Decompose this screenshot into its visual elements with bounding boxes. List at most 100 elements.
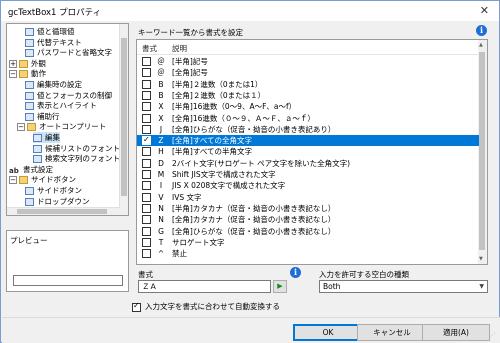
format-info-icon[interactable]: i — [290, 267, 301, 278]
format-apply-button[interactable]: ▶ — [273, 280, 287, 293]
column-header-description[interactable]: 説明 — [172, 43, 187, 54]
keyword-checkbox[interactable] — [142, 215, 151, 225]
preview-textbox[interactable] — [13, 275, 123, 286]
collapse-icon[interactable]: − — [17, 123, 25, 132]
keyword-row[interactable]: X [全角]16進数（０～９、Ａ～Ｆ、ａ～ｆ） — [137, 113, 479, 124]
tree-item-label: 候補リストのフォント — [45, 143, 120, 153]
tree-item[interactable]: ドロップダウン — [25, 196, 90, 207]
keyword-checkbox[interactable] — [142, 226, 151, 236]
tree-item[interactable]: − サイドボタン — [9, 174, 76, 185]
list-scroll-thumb[interactable] — [479, 52, 485, 250]
tree-item-label: 値と循環値 — [37, 27, 75, 36]
tree-item[interactable]: 補助行 — [25, 111, 60, 122]
keyword-row[interactable]: M Shift JIS文字で構成された文字 — [137, 169, 479, 180]
keyword-checkbox[interactable] — [142, 90, 151, 100]
keyword-checkbox[interactable] — [142, 57, 151, 66]
keyword-checkbox[interactable] — [142, 147, 151, 157]
format-input[interactable]: ＺＡ — [138, 280, 271, 293]
keyword-checkbox[interactable] — [142, 134, 151, 146]
keyword-description: Shift JIS文字で構成された文字 — [172, 170, 276, 179]
keyword-row[interactable]: Z [全角]すべての全角文字 — [137, 134, 479, 147]
keyword-checkbox[interactable] — [142, 181, 151, 191]
tree-scroll-thumb[interactable] — [121, 38, 127, 196]
tree-item[interactable]: ab 書式設定 — [9, 164, 53, 175]
keyword-checkbox[interactable] — [142, 113, 151, 123]
column-header-format[interactable]: 書式 — [142, 43, 157, 54]
list-vertical-scrollbar[interactable]: ▲ ▼ — [478, 40, 487, 264]
tree-horizontal-scrollbar[interactable] — [7, 207, 120, 215]
keyword-row[interactable]: V IVS 文字 — [137, 192, 479, 203]
tree-item-label: 動作 — [31, 69, 46, 79]
tree-vertical-scrollbar[interactable] — [119, 24, 128, 215]
keyword-checkbox[interactable] — [142, 68, 151, 78]
whitespace-select[interactable]: Both ▼ — [319, 280, 488, 293]
keyword-row[interactable]: T サロゲート文字 — [137, 237, 479, 248]
keyword-row[interactable]: ＠ [全角]記号 — [137, 67, 479, 78]
keyword-checkbox[interactable] — [142, 170, 151, 179]
keyword-checkbox[interactable] — [142, 203, 151, 213]
window-title: gcTextBox1 プロパティ — [8, 8, 102, 18]
tree-item[interactable]: 代替テキスト — [25, 37, 82, 48]
keyword-description: [半角]カタカナ（促音・拗音の小書き表記なし） — [172, 203, 336, 213]
tree-item[interactable]: − オートコンプリート — [17, 121, 106, 132]
expand-icon[interactable]: + — [9, 59, 17, 68]
ok-button[interactable]: OK — [293, 324, 363, 341]
keyword-checkbox[interactable] — [142, 79, 151, 89]
cancel-button[interactable]: キャンセル — [357, 324, 427, 341]
keyword-row[interactable]: ＠ [半角]記号 — [137, 56, 479, 67]
keyword-row[interactable]: N [半角]カタカナ（促音・拗音の小書き表記なし） — [137, 203, 479, 214]
property-icon — [25, 197, 34, 206]
resize-grip-icon[interactable]: ⋰ — [489, 332, 497, 340]
keyword-row[interactable]: ^ 禁止 — [137, 248, 479, 259]
keyword-checkbox[interactable] — [142, 237, 151, 247]
keyword-checkbox[interactable] — [142, 102, 151, 112]
tree-item-label: 検索文字列のフォント — [45, 154, 120, 164]
tree-item[interactable]: 値と循環値 — [25, 26, 75, 37]
keyword-description: [全角]ひらがな（促音・拗音の小書き表記なし） — [172, 226, 336, 236]
tree-item[interactable]: パスワードと省略文字 — [25, 47, 112, 58]
keyword-row[interactable]: B [半角]２進数（0または1） — [137, 79, 479, 90]
info-icon[interactable]: i — [476, 25, 487, 36]
keyword-row[interactable]: B [全角]２進数（0または１） — [137, 90, 479, 101]
keyword-checkbox[interactable] — [142, 158, 151, 168]
tree-item[interactable]: 値とフォーカスの制御 — [25, 90, 112, 101]
auto-convert-checkbox[interactable] — [132, 301, 141, 312]
tree-item[interactable]: − 動作 — [9, 68, 46, 79]
collapse-icon[interactable]: − — [9, 176, 17, 185]
property-icon — [25, 81, 34, 89]
keyword-row[interactable]: J [全角]ひらがな（促音・拗音の小書き表記あり） — [137, 124, 479, 135]
keyword-checkbox[interactable] — [142, 192, 151, 202]
keyword-row[interactable]: H [半角]すべての半角文字 — [137, 146, 479, 157]
auto-convert-label[interactable]: 入力文字を書式に合わせて自動変換する — [145, 302, 280, 311]
auto-convert-option[interactable]: 入力文字を書式に合わせて自動変換する — [132, 301, 280, 312]
tree-hscroll-thumb[interactable] — [17, 209, 107, 214]
scroll-up-icon[interactable]: ▲ — [479, 42, 483, 48]
tree-item[interactable]: 編集 — [33, 132, 60, 143]
whitespace-value: Both — [323, 282, 341, 291]
close-icon[interactable]: ✕ — [480, 4, 489, 17]
keyword-row[interactable]: G [全角]ひらがな（促音・拗音の小書き表記なし） — [137, 226, 479, 237]
keyword-list[interactable]: 書式 説明 ▲ ▼ ＠ [半角]記号＠ [全角]記号 B [半角]２進数（0または1） B… — [136, 39, 488, 265]
collapse-icon[interactable]: − — [9, 70, 17, 79]
tree-item[interactable]: 候補リストのフォント — [33, 143, 120, 154]
property-icon — [25, 187, 34, 195]
keyword-row[interactable]: N [全角]カタカナ（促音・拗音の小書き表記なし） — [137, 214, 479, 225]
tree-item-label: 外観 — [31, 58, 46, 68]
tree-item[interactable]: 検索文字列のフォント — [33, 153, 120, 164]
keyword-row[interactable]: X [半角]16進数（0～9、A～F、a～f） — [137, 101, 479, 112]
keyword-checkbox[interactable] — [142, 124, 151, 134]
chevron-down-icon[interactable]: ▼ — [479, 281, 484, 292]
keyword-description: [全角]カタカナ（促音・拗音の小書き表記なし） — [172, 215, 336, 225]
keyword-checkbox[interactable] — [142, 249, 151, 259]
keyword-row[interactable]: D 2バイト文字(サロゲート ペア文字を除いた全角文字) — [137, 158, 479, 169]
apply-button[interactable]: 適用(A) — [422, 324, 490, 341]
tree-item-label: 代替テキスト — [37, 37, 82, 47]
tree-item[interactable]: サイドボタン — [25, 185, 82, 196]
scroll-down-icon[interactable]: ▼ — [479, 256, 483, 262]
tree-item[interactable]: 表示とハイライト — [25, 100, 97, 111]
tree-item[interactable]: + 外観 — [9, 58, 46, 69]
tree-item[interactable]: 編集時の設定 — [25, 79, 82, 90]
keyword-symbol: X — [158, 113, 164, 123]
property-tree[interactable]: +タッチ機能ドロップダウンサイドボタン−サイドボタンab書式設定検索文字列のフォ… — [6, 23, 129, 216]
keyword-row[interactable]: I JIS X 0208文字で構成された文字 — [137, 180, 479, 191]
